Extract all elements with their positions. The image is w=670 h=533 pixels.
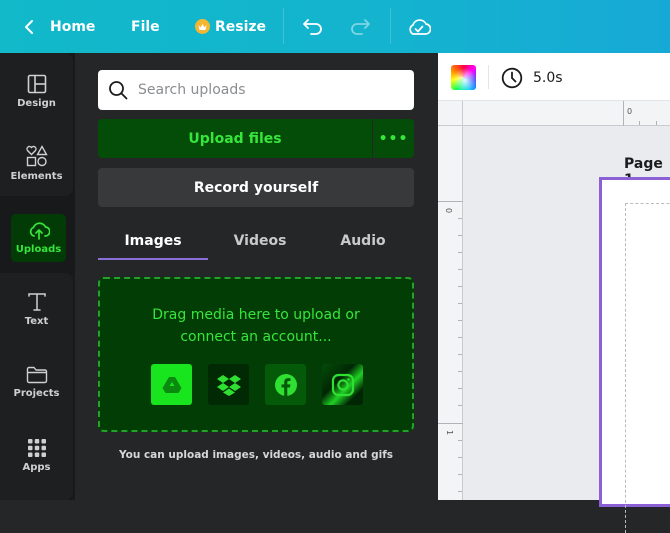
- sidebar-item-text[interactable]: Text: [0, 279, 73, 339]
- redo-icon: [351, 18, 370, 35]
- divider: [283, 8, 284, 44]
- google-drive-button[interactable]: [151, 364, 192, 405]
- sidebar: Design Elements Uploads Text Projects Ap…: [0, 53, 75, 500]
- ruler-corner: [438, 101, 463, 126]
- duration-value: 5.0s: [533, 69, 563, 86]
- sidebar-group: Text Projects Apps: [0, 273, 73, 500]
- record-yourself-button[interactable]: Record yourself: [98, 168, 414, 207]
- redo-button[interactable]: [349, 0, 371, 53]
- top-bar: Home File Resize: [0, 0, 670, 53]
- sidebar-item-projects[interactable]: Projects: [0, 352, 73, 412]
- search-input[interactable]: [138, 82, 388, 98]
- chevron-left-icon: [25, 19, 33, 34]
- instagram-button[interactable]: [322, 364, 363, 405]
- crown-icon: [195, 19, 210, 34]
- undo-icon: [303, 18, 322, 35]
- sidebar-item-label: Text: [24, 315, 49, 327]
- upload-hint: You can upload images, videos, audio and…: [118, 449, 394, 461]
- grid-icon: [27, 438, 46, 457]
- ruler-label: 1: [445, 429, 455, 436]
- tab-audio[interactable]: Audio: [312, 221, 414, 261]
- tab-images[interactable]: Images: [98, 221, 208, 261]
- editor-toolbar: 5.0s: [438, 53, 670, 101]
- ruler-horizontal[interactable]: 0: [463, 101, 670, 126]
- divider: [390, 8, 391, 44]
- text-icon: [27, 292, 46, 311]
- sidebar-item-label: Apps: [22, 461, 51, 473]
- instagram-icon: [331, 373, 354, 396]
- clock-icon: [501, 67, 523, 88]
- sidebar-item-apps[interactable]: Apps: [0, 425, 73, 485]
- ruler-label: 0: [444, 207, 454, 214]
- home-label: Home: [50, 18, 96, 35]
- folder-icon: [26, 366, 47, 383]
- ruler-vertical[interactable]: 0 1: [438, 126, 463, 500]
- google-drive-icon: [162, 376, 181, 393]
- active-tab-indicator: [98, 258, 208, 260]
- home-button[interactable]: Home: [22, 0, 95, 53]
- sidebar-item-label: Uploads: [15, 243, 62, 255]
- design-page[interactable]: [599, 177, 670, 533]
- sidebar-item-uploads[interactable]: Uploads: [11, 214, 66, 262]
- more-options-button[interactable]: •••: [373, 119, 414, 158]
- sidebar-group: Design Elements: [0, 53, 73, 196]
- undo-button[interactable]: [302, 0, 324, 53]
- shapes-icon: [25, 144, 48, 166]
- cloud-upload-icon: [29, 221, 50, 240]
- divider: [488, 65, 489, 89]
- page-margin-guide: [625, 203, 670, 533]
- upload-files-button[interactable]: Upload files: [98, 119, 372, 158]
- sidebar-item-elements[interactable]: Elements: [0, 133, 73, 193]
- duration-button[interactable]: 5.0s: [501, 65, 563, 90]
- upload-dropzone[interactable]: Drag media here to upload or connect an …: [98, 277, 414, 432]
- dropbox-button[interactable]: [208, 364, 249, 405]
- resize-label: Resize: [215, 18, 267, 35]
- uploads-panel: Upload files ••• Record yourself Images …: [75, 53, 438, 500]
- save-status-button[interactable]: [407, 0, 431, 53]
- facebook-icon: [274, 373, 297, 396]
- dropzone-text-line: Drag media here to upload or: [152, 307, 360, 323]
- search-box[interactable]: [98, 70, 414, 110]
- sidebar-item-label: Projects: [13, 387, 60, 399]
- color-picker-button[interactable]: [451, 65, 476, 90]
- layout-icon: [27, 74, 46, 93]
- sidebar-item-label: Design: [17, 97, 56, 109]
- facebook-button[interactable]: [265, 364, 306, 405]
- sidebar-item-label: Elements: [10, 170, 63, 182]
- ruler-label: 0: [627, 107, 633, 116]
- resize-button[interactable]: Resize: [195, 0, 266, 53]
- cloud-check-icon: [409, 18, 431, 35]
- search-icon: [109, 81, 128, 100]
- dropbox-icon: [216, 374, 241, 396]
- file-label: File: [131, 18, 160, 35]
- dropzone-text-line: connect an account...: [180, 329, 332, 345]
- sidebar-item-design[interactable]: Design: [0, 61, 73, 121]
- editor-canvas-area: 5.0s 0 0 1 Page 1: [438, 53, 670, 533]
- tab-videos[interactable]: Videos: [208, 221, 312, 261]
- file-menu-button[interactable]: File: [131, 0, 160, 53]
- dropzone-text: Drag media here to upload or connect an …: [100, 304, 412, 348]
